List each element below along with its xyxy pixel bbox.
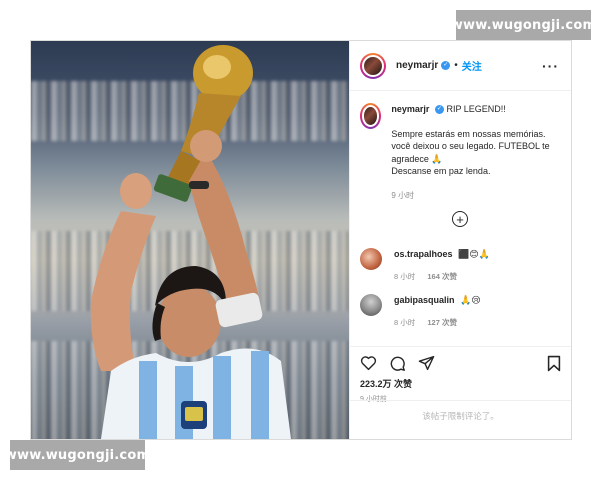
post-actions: 223.2万 次赞 9 小时前 该帖子限制评论了。 xyxy=(350,346,571,430)
plus-circle-icon[interactable]: + xyxy=(452,211,468,227)
follow-button[interactable]: 关注 xyxy=(462,58,482,73)
header-separator: • xyxy=(454,60,458,71)
heart-icon[interactable] xyxy=(360,355,377,371)
comment-item: gabipasqualin 🙏😢 8 小时 127 次赞 xyxy=(360,294,560,329)
comment-likes[interactable]: 164 次赞 xyxy=(427,272,457,281)
post-side-panel: neymarjr ✓ • 关注 ··· neymarjr ✓ RIP LEGEN… xyxy=(349,41,571,439)
more-icon[interactable]: ··· xyxy=(542,58,559,74)
caption-time: 9 小时 xyxy=(391,190,415,200)
comments-disabled-notice: 该帖子限制评论了。 xyxy=(350,400,571,430)
caption-avatar[interactable] xyxy=(360,103,382,129)
like-count[interactable]: 223.2万 次赞 xyxy=(360,377,561,390)
caption-text: Sempre estarás em nossas memórias. você … xyxy=(391,128,550,177)
comment-text: 🙏😢 xyxy=(460,296,481,306)
caption-title: RIP LEGEND!! xyxy=(446,104,506,114)
player-with-trophy-illustration xyxy=(90,45,291,439)
post-caption: neymarjr ✓ RIP LEGEND!! Sempre estarás e… xyxy=(350,91,571,202)
author-username[interactable]: neymarjr xyxy=(396,60,438,71)
post-header: neymarjr ✓ • 关注 ··· xyxy=(350,41,571,91)
commenter-avatar[interactable] xyxy=(360,294,382,316)
verified-icon: ✓ xyxy=(441,61,451,70)
author-avatar[interactable] xyxy=(360,52,386,79)
comment-icon[interactable] xyxy=(389,355,406,372)
comment-text: ⬛😊🙏 xyxy=(458,250,490,260)
watermark: www.wugongji.com xyxy=(451,10,596,40)
instagram-post: neymarjr ✓ • 关注 ··· neymarjr ✓ RIP LEGEN… xyxy=(30,40,572,440)
post-photo[interactable] xyxy=(31,41,349,439)
commenter-username[interactable]: os.trapalhoes xyxy=(394,249,453,259)
watermark: www.wugongji.com xyxy=(5,440,150,470)
comment-time: 8 小时 xyxy=(394,272,416,281)
caption-username[interactable]: neymarjr xyxy=(391,104,429,114)
comment-item: os.trapalhoes ⬛😊🙏 8 小时 164 次赞 xyxy=(360,248,560,283)
verified-icon: ✓ xyxy=(434,105,444,115)
comment-likes[interactable]: 127 次赞 xyxy=(427,318,457,327)
commenter-username[interactable]: gabipasqualin xyxy=(394,295,455,305)
share-icon[interactable] xyxy=(418,355,435,371)
comment-time: 8 小时 xyxy=(394,318,416,327)
bookmark-icon[interactable] xyxy=(547,355,561,372)
commenter-avatar[interactable] xyxy=(360,248,382,270)
